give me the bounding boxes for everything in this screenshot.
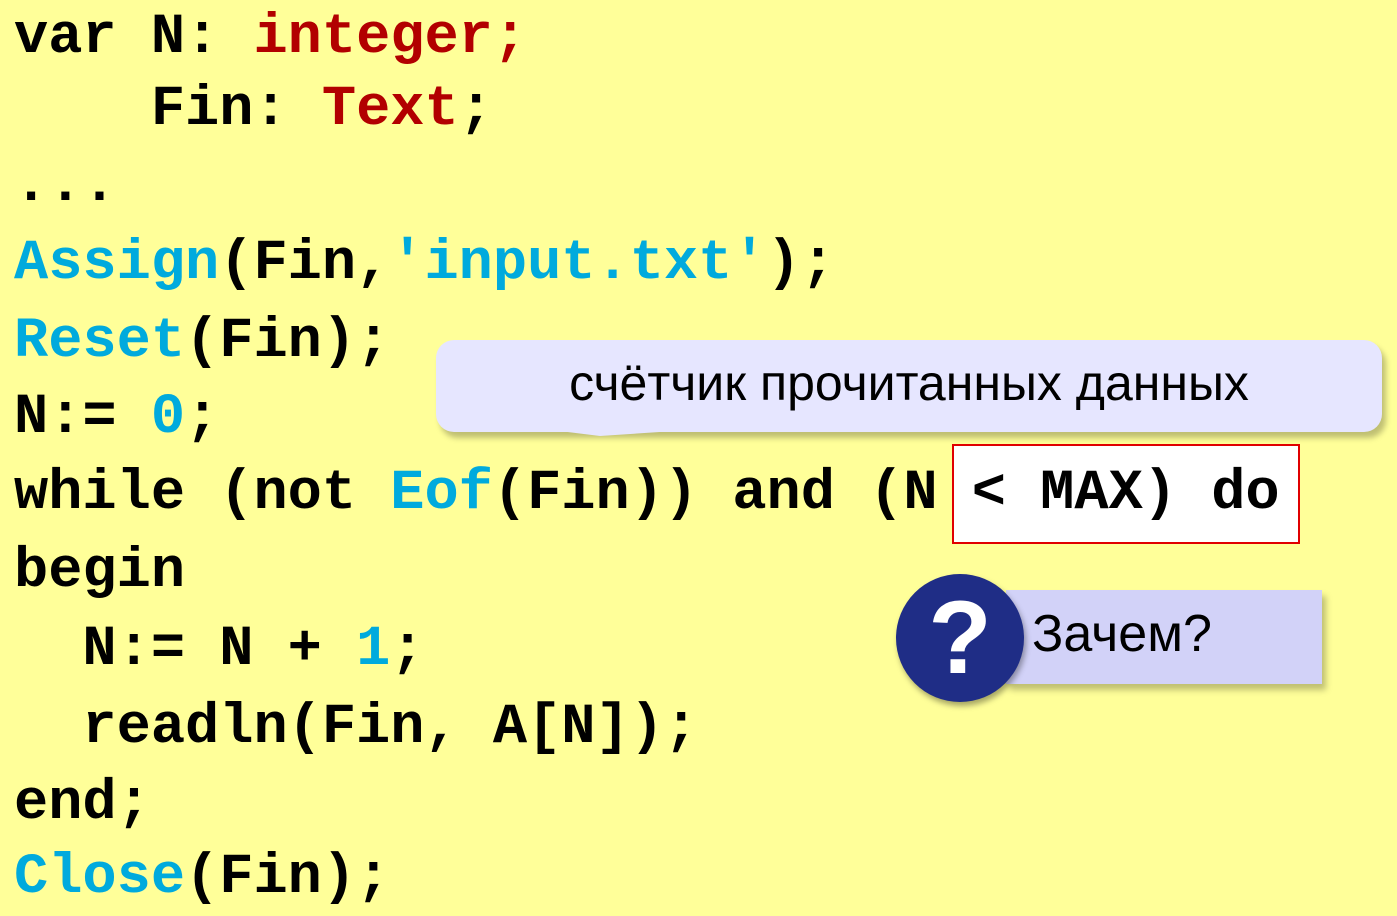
code-line-2: Fin: Text; (14, 72, 493, 148)
code-token-number: 0 (150, 386, 186, 450)
code-token: (Fin)) and (492, 462, 870, 526)
code-token: (Fin); (185, 846, 391, 910)
code-line-10: readln(Fin, A[N]); (14, 696, 699, 760)
code-line-9: N:= N + 1; (14, 612, 425, 688)
code-token-number: 1 (356, 618, 391, 682)
code-token: while (not (14, 462, 391, 526)
question-mark-icon: ? (896, 574, 1024, 702)
highlighted-condition: (N < MAX) (869, 462, 1178, 526)
code-token: var N: (14, 6, 254, 70)
code-line-12: Close(Fin); (14, 840, 390, 916)
code-line-11: end; (14, 772, 151, 836)
code-token: (Fin, (219, 232, 391, 296)
code-line-7: while (not Eof(Fin)) and (N < MAX) do (14, 456, 1280, 532)
code-line-8: begin (14, 540, 186, 604)
code-line-4: Assign(Fin,'input.txt'); (14, 226, 835, 302)
code-line-5: Reset(Fin); (14, 304, 390, 380)
code-token-type: Text (321, 78, 459, 142)
code-line-6: N:= 0; (14, 380, 219, 456)
code-token: ; (390, 618, 425, 682)
counter-callout: счётчик прочитанных данных (436, 340, 1382, 432)
code-token: N:= (14, 386, 151, 450)
counter-callout-tail (470, 420, 840, 436)
question-text: Зачем? (1032, 605, 1212, 663)
counter-callout-text: счётчик прочитанных данных (569, 355, 1249, 411)
code-token: ; (458, 78, 493, 142)
code-token: ; (185, 386, 220, 450)
code-token: (Fin); (185, 310, 391, 374)
code-token-type: integer; (253, 6, 528, 70)
code-token-function: Assign (14, 232, 220, 296)
code-line-3: ... (14, 154, 117, 218)
code-token-string: 'input.txt' (390, 232, 767, 296)
code-token: do (1177, 462, 1280, 526)
code-token: ); (766, 232, 835, 296)
code-token-function: Reset (14, 310, 186, 374)
code-token: Fin: (14, 78, 322, 142)
code-token: N:= N + (14, 618, 357, 682)
code-token-function: Close (14, 846, 186, 910)
code-token-function: Eof (390, 462, 493, 526)
code-line-1: var N: integer; (14, 0, 527, 76)
